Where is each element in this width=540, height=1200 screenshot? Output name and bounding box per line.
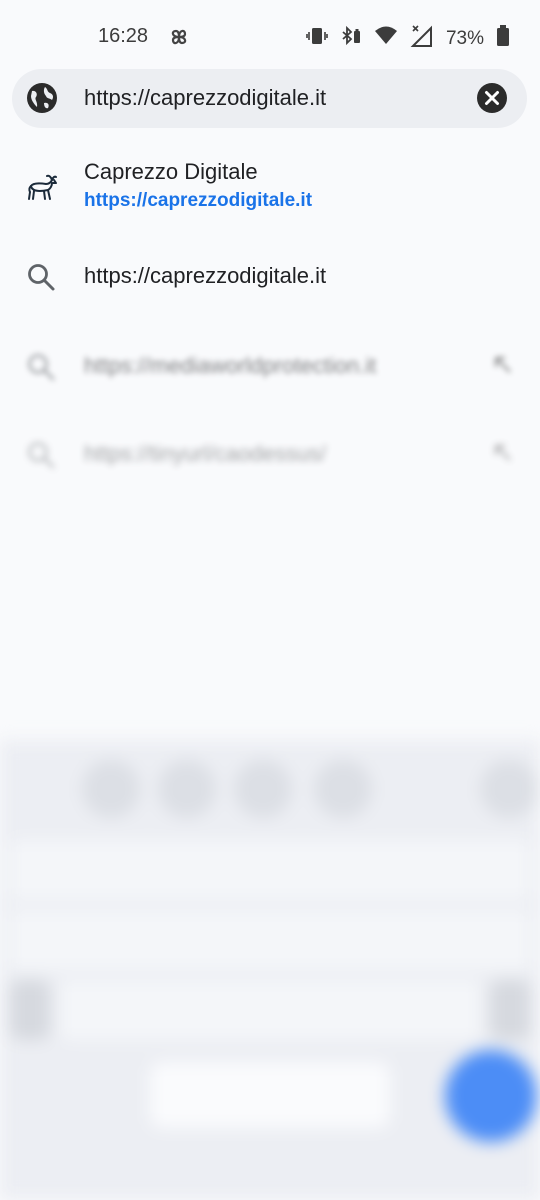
- keyboard-suggestion-chip[interactable]: [82, 760, 140, 818]
- pinwheel-icon: [166, 24, 192, 55]
- suggestion-url: https://caprezzodigitale.it: [84, 190, 313, 211]
- keyboard-go-button[interactable]: [445, 1050, 537, 1142]
- suggestion-search[interactable]: https://caprezzodigitale.it: [0, 240, 540, 310]
- keyboard-suggestion-chip[interactable]: [234, 760, 292, 818]
- status-bar: 16:28 73%: [0, 0, 540, 70]
- status-time: 16:28: [98, 25, 149, 47]
- suggestion-text: https://caprezzodigitale.it: [84, 263, 327, 288]
- keyboard-suggestion-chip[interactable]: [480, 760, 538, 818]
- keyboard[interactable]: [0, 740, 540, 1200]
- clear-icon[interactable]: [477, 83, 507, 118]
- keyboard-row[interactable]: [10, 910, 530, 970]
- site-favicon-goat: [26, 172, 58, 207]
- arrow-up-left-icon[interactable]: [492, 354, 514, 381]
- keyboard-row[interactable]: [10, 840, 530, 900]
- globe-icon: [26, 82, 58, 119]
- keyboard-suggestion-chip[interactable]: [158, 760, 216, 818]
- suggestion-title: Caprezzo Digitale: [84, 159, 258, 184]
- arrow-up-left-icon[interactable]: [492, 442, 514, 469]
- battery-icon: [496, 25, 510, 52]
- vibrate-icon: [306, 25, 328, 52]
- keyboard-row[interactable]: [60, 980, 480, 1040]
- keyboard-backspace-key[interactable]: [490, 980, 530, 1040]
- battery-percent: 73%: [445, 27, 484, 49]
- suggestion-text: https://mediaworldprotection.it: [84, 353, 377, 378]
- suggestion-search-blurred[interactable]: https://mediaworldprotection.it: [0, 330, 540, 400]
- suggestion-text: https://tinyurl/caodessus/: [84, 441, 327, 466]
- status-icons: 73%: [306, 24, 510, 53]
- wifi-icon: [374, 25, 398, 52]
- keyboard-space-key[interactable]: [150, 1062, 390, 1128]
- keyboard-suggestion-chip[interactable]: [314, 760, 372, 818]
- search-icon: [26, 440, 56, 475]
- url-input[interactable]: [84, 83, 464, 113]
- keyboard-shift-key[interactable]: [10, 980, 50, 1040]
- search-icon: [26, 262, 56, 297]
- suggestion-site[interactable]: Caprezzo Digitale https://caprezzodigita…: [0, 150, 540, 226]
- suggestion-search-blurred[interactable]: https://tinyurl/caodessus/: [0, 418, 540, 488]
- search-icon: [26, 352, 56, 387]
- address-bar[interactable]: [12, 69, 527, 128]
- bluetooth-battery-icon: [340, 25, 362, 52]
- cellular-no-signal-icon: [410, 24, 434, 53]
